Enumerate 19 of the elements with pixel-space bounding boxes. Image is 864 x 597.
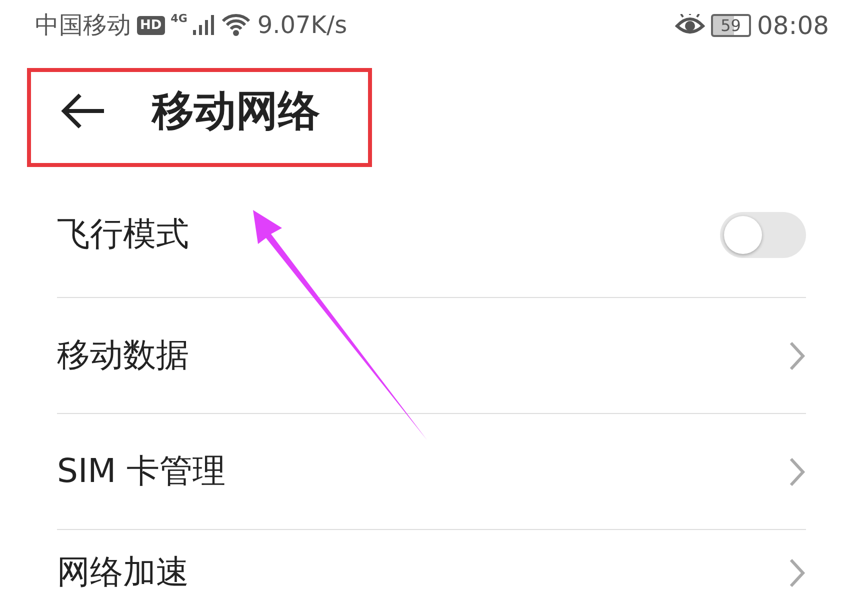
- eye-icon: [674, 14, 705, 36]
- chevron-right-icon[interactable]: [788, 340, 806, 370]
- setting-label: 飞行模式: [57, 213, 189, 255]
- hd-badge: HD: [137, 16, 165, 34]
- clock: 08:08: [756, 10, 829, 40]
- wifi-icon: [221, 13, 252, 37]
- network-type: 4G: [170, 12, 188, 25]
- chevron-right-icon[interactable]: [788, 558, 806, 588]
- toggle-switch[interactable]: [720, 212, 806, 258]
- network-speed: 9.07K/s: [257, 11, 348, 39]
- carrier-name: 中国移动: [35, 10, 131, 41]
- setting-label: 网络加速: [57, 551, 189, 593]
- chevron-right-icon[interactable]: [788, 456, 806, 486]
- setting-label: 移动数据: [57, 334, 189, 376]
- page-title: 移动网络: [152, 85, 320, 137]
- back-arrow-icon[interactable]: [60, 92, 106, 130]
- signal-icon: [193, 15, 216, 35]
- battery-level: 59: [710, 14, 751, 36]
- setting-label: SIM 卡管理: [57, 450, 226, 492]
